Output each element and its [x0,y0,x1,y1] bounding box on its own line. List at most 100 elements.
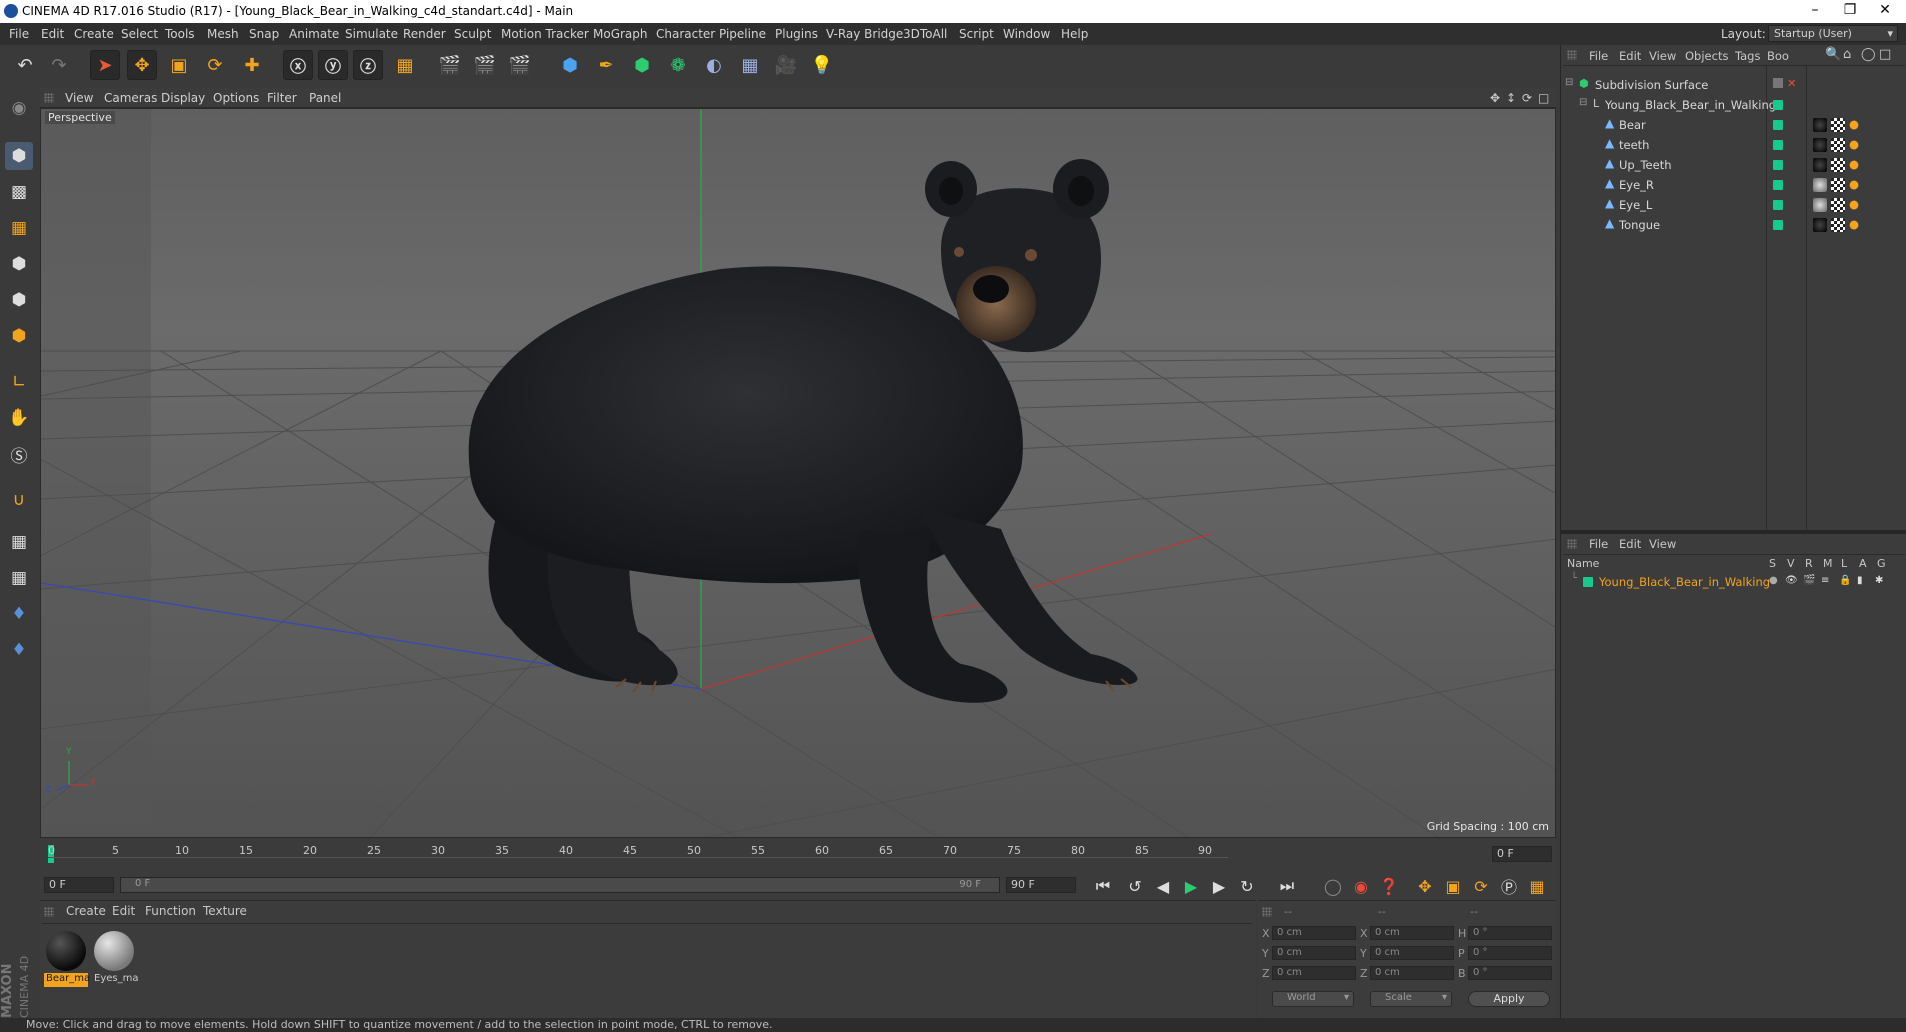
menu-window[interactable]: Window [1003,27,1050,41]
column-name[interactable]: Name [1567,557,1599,570]
restore-icon[interactable]: ❐ [1835,2,1865,18]
move-tool-icon[interactable]: ✥ [127,50,157,80]
column-view[interactable]: V [1787,557,1795,570]
uvw-tag-icon[interactable] [1831,178,1845,192]
material-tag-icon[interactable] [1813,118,1827,132]
layer-color-swatch[interactable] [1583,577,1593,587]
uvw-tag-icon[interactable] [1831,218,1845,232]
subdivision-surface-icon[interactable]: ⬢ [627,50,657,80]
viewport-menu-options[interactable]: Options [213,91,259,105]
object-menu-edit[interactable]: Edit [1619,49,1641,63]
object-row-eye-r[interactable]: ▲ Eye_R ● [1561,175,1906,195]
viewport-zoom-icon[interactable]: ↕ [1506,91,1516,105]
material-eyes[interactable]: Eyes_ma [92,929,138,989]
position-y-field[interactable]: 0 cm [1272,946,1356,960]
position-z-field[interactable]: 0 cm [1272,966,1356,980]
viewport-move-icon[interactable]: ✥ [1490,91,1500,105]
panel-maximize-icon[interactable]: □ [1879,47,1891,62]
menu-tools[interactable]: Tools [165,27,195,41]
layer-menu-file[interactable]: File [1589,537,1608,551]
start-frame-field[interactable]: 0 F [44,877,114,893]
object-menu-view[interactable]: View [1649,49,1676,63]
scale-tool-icon[interactable]: ▣ [164,50,194,80]
viewport-menu-view[interactable]: View [65,91,93,105]
coordinate-system-icon[interactable]: ▦ [390,50,420,80]
viewport-menu-cameras[interactable]: Cameras [104,91,157,105]
object-row-eye-l[interactable]: ▲ Eye_L ● [1561,195,1906,215]
key-scale-icon[interactable]: ▣ [1438,871,1468,901]
key-position-icon[interactable]: ✥ [1410,871,1440,901]
rotation-h-field[interactable]: 0 ° [1468,926,1552,940]
record-icon[interactable]: ◉ [1346,871,1376,901]
viewport-menu-filter[interactable]: Filter [267,91,297,105]
material-bear[interactable]: Bear_ma [44,929,90,989]
viewport-menu-panel[interactable]: Panel [309,91,341,105]
current-frame-field[interactable]: 0 F [1492,846,1552,862]
cube-icon[interactable]: ⬢ [555,50,585,80]
weight-tag-icon[interactable]: ● [1849,217,1859,231]
uvw-tag-icon[interactable] [1831,198,1845,212]
viewport-label[interactable]: Perspective [45,111,115,124]
pen-spline-icon[interactable]: ✒ [591,50,621,80]
go-to-end-icon[interactable]: ⏭ [1272,871,1302,901]
layer-color-swatch[interactable] [1773,160,1783,170]
uvw-tag-icon[interactable] [1831,138,1845,152]
key-parameter-icon[interactable]: Ⓟ [1494,871,1524,901]
object-row-up-teeth[interactable]: ▲ Up_Teeth ● [1561,155,1906,175]
menu-plugins[interactable]: Plugins [775,27,818,41]
rotation-p-field[interactable]: 0 ° [1468,946,1552,960]
menu-mograph[interactable]: MoGraph [593,27,648,41]
home-icon[interactable]: ⌂ [1843,47,1851,62]
collapse-icon[interactable]: ⊟ [1565,77,1573,88]
menu-animate[interactable]: Animate [289,27,339,41]
menu-render[interactable]: Render [403,27,446,41]
menu-character[interactable]: Character [656,27,715,41]
weight-tag-icon[interactable]: ● [1849,197,1859,211]
column-manager[interactable]: M [1823,557,1833,570]
column-render[interactable]: R [1805,557,1813,570]
transform-tool-icon[interactable]: ✚ [237,50,267,80]
layer-color-swatch[interactable] [1773,220,1783,230]
keyframe-selection-icon[interactable]: ◯ [1318,871,1348,901]
collapse-icon[interactable]: ⊟ [1579,97,1587,108]
layer-row[interactable]: └ Young_Black_Bear_in_Walking ● 👁 🎬 ≡ 🔒 … [1561,572,1906,592]
material-tag-icon[interactable] [1813,158,1827,172]
menu-pipeline[interactable]: Pipeline [719,27,766,41]
manager-toggle-icon[interactable]: ≡ [1821,575,1829,586]
menu-file[interactable]: File [9,27,29,41]
workplane-grid-icon[interactable]: ▦ [5,528,33,556]
layer-color-swatch[interactable] [1773,120,1783,130]
3d-viewport[interactable]: Perspective Y X Z Grid Spacing : 100 cm [40,108,1556,838]
object-row-tongue[interactable]: ▲ Tongue ● [1561,215,1906,235]
menu-edit[interactable]: Edit [41,27,64,41]
menu-3dtoall[interactable]: 3DToAll [903,27,947,41]
x-axis-lock-icon[interactable]: ⓧ [283,50,313,80]
tweak-mode-icon[interactable]: ✋ [5,404,33,432]
viewport-maximize-icon[interactable]: □ [1538,91,1549,105]
layer-menu-edit[interactable]: Edit [1619,537,1641,551]
workplane-icon[interactable]: ▦ [5,214,33,242]
viewport-menu-display[interactable]: Display [161,91,205,105]
snapping-icon[interactable]: Ⓢ [5,440,33,468]
model-mode-icon[interactable]: ⬢ [5,142,33,170]
material-menu-texture[interactable]: Texture [203,904,247,918]
column-generators[interactable]: G [1877,557,1886,570]
render-view-icon[interactable]: 🎬 [435,50,465,80]
menu-motion-tracker[interactable]: Motion Tracker [501,27,589,41]
key-rotation-icon[interactable]: ⟳ [1466,871,1496,901]
cloner-icon[interactable]: ❁ [663,50,693,80]
position-x-field[interactable]: 0 cm [1272,926,1356,940]
minimize-icon[interactable]: – [1800,2,1830,18]
render-picture-viewer-icon[interactable]: 🎬 [470,50,500,80]
prev-keyframe-icon[interactable]: ↺ [1120,871,1150,901]
layer-color-swatch[interactable] [1773,140,1783,150]
search-icon[interactable]: 🔍 [1825,47,1841,62]
layer-color-swatch[interactable] [1773,200,1783,210]
menu-simulate[interactable]: Simulate [345,27,398,41]
camera-icon[interactable]: 🎥 [771,50,801,80]
object-row-teeth[interactable]: ▲ teeth ● [1561,135,1906,155]
timeline-ruler[interactable]: 0 5 10 15 20 25 30 35 40 45 50 55 60 65 … [40,839,1556,869]
go-to-start-icon[interactable]: ⏮ [1088,871,1118,901]
end-frame-field[interactable]: 90 F [1006,877,1076,893]
menu-create[interactable]: Create [74,27,114,41]
